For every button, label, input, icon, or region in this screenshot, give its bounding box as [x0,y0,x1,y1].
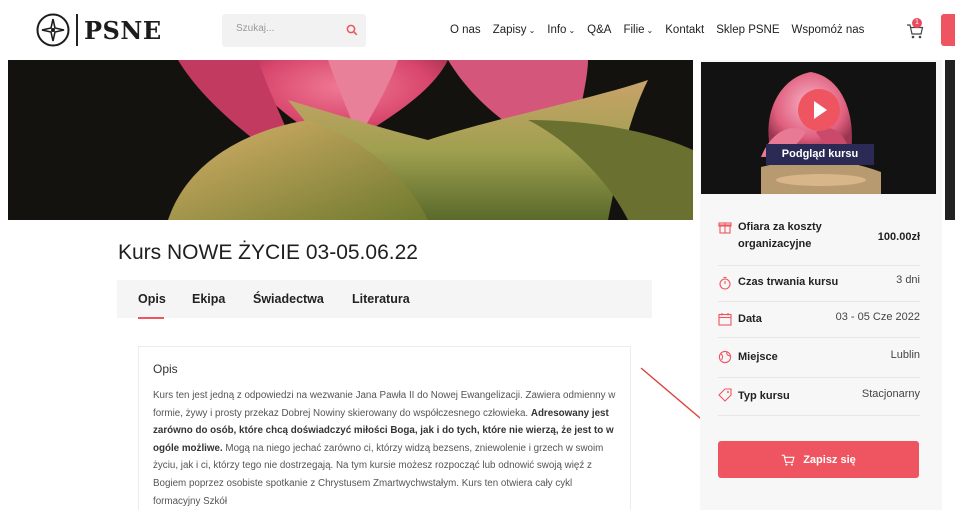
preview-label: Podgląd kursu [766,144,874,165]
duration-label: Czas trwania kursu [738,276,839,288]
type-label: Typ kursu [738,390,790,402]
chevron-down-icon: ⌄ [568,25,576,35]
tab-ekipa[interactable]: Ekipa [192,292,225,306]
info-row-duration: Czas trwania kursu 3 dni [718,266,920,302]
tab-literatura[interactable]: Literatura [352,292,410,306]
nav-item-qa[interactable]: Q&A [587,24,611,36]
chevron-down-icon: ⌄ [646,25,654,35]
lotus-flower-image [8,60,693,220]
next-slide-edge [945,60,955,220]
description-heading: Opis [153,362,178,376]
tab-swiadectwa[interactable]: Świadectwa [253,292,324,306]
info-row-place: Miejsce Lublin [718,338,920,378]
description-text: Kurs ten jest jedną z odpowiedzi na wezw… [153,390,616,507]
enroll-button-label: Zapisz się [803,453,856,466]
search-box[interactable]: Szukaj... [222,14,366,47]
course-title: Kurs NOWE ŻYCIE 03-05.06.22 [118,241,418,264]
tag-icon [718,388,732,402]
site-logo[interactable]: PSNE [36,13,162,47]
play-icon [814,101,827,119]
logo-emblem-icon [36,13,70,47]
site-header: PSNE Szukaj... O nas Zapisy ⌄ Info ⌄ Q&A F… [0,0,955,60]
nav-item-info[interactable]: Info ⌄ [547,24,575,36]
nav-item-sklep[interactable]: Sklep PSNE [716,24,779,36]
nav-item-zapisy[interactable]: Zapisy ⌄ [493,24,536,36]
info-row-fee: Ofiara za koszty organizacyjne 100.00zł [718,214,920,266]
fee-label: Ofiara za koszty organizacyjne [738,221,822,250]
tab-opis[interactable]: Opis [138,292,166,306]
type-value: Stacjonarny [861,388,920,400]
nav-item-kontakt[interactable]: Kontakt [665,24,704,36]
cart-icon [781,454,795,466]
place-label: Miejsce [738,351,778,363]
calendar-icon [718,313,732,326]
date-label: Data [738,313,762,325]
nav-item-o-nas[interactable]: O nas [450,24,481,36]
date-value: 03 - 05 Cze 2022 [835,311,920,323]
duration-value: 3 dni [896,274,920,286]
description-panel: Opis Kurs ten jest jedną z odpowiedzi na… [138,346,631,510]
enroll-button[interactable]: Zapisz się [718,441,919,478]
info-row-date: Data 03 - 05 Cze 2022 [718,302,920,338]
course-hero-image [8,60,693,220]
globe-icon [718,350,732,364]
main-nav: O nas Zapisy ⌄ Info ⌄ Q&A Filie ⌄ Kontakt S… [450,24,876,36]
stopwatch-icon [719,276,731,290]
cart-count-badge: 1 [912,18,922,28]
info-row-type: Typ kursu Stacjonarny [718,378,920,416]
place-value: Lublin [890,349,920,361]
logo-text: PSNE [84,15,162,45]
search-input[interactable]: Szukaj... [236,23,274,34]
search-icon[interactable] [346,24,358,36]
active-tab-indicator [138,317,164,319]
fee-value: 100.00zł [877,231,920,243]
logo-divider [76,14,78,46]
course-tabs: Opis Ekipa Świadectwa Literatura [117,280,652,318]
nav-item-wspomoz[interactable]: Wspomóż nas [792,24,865,36]
chevron-down-icon: ⌄ [528,25,536,35]
nav-item-filie[interactable]: Filie ⌄ [623,24,653,36]
gift-icon [718,222,732,234]
header-cta-button[interactable] [941,14,955,46]
